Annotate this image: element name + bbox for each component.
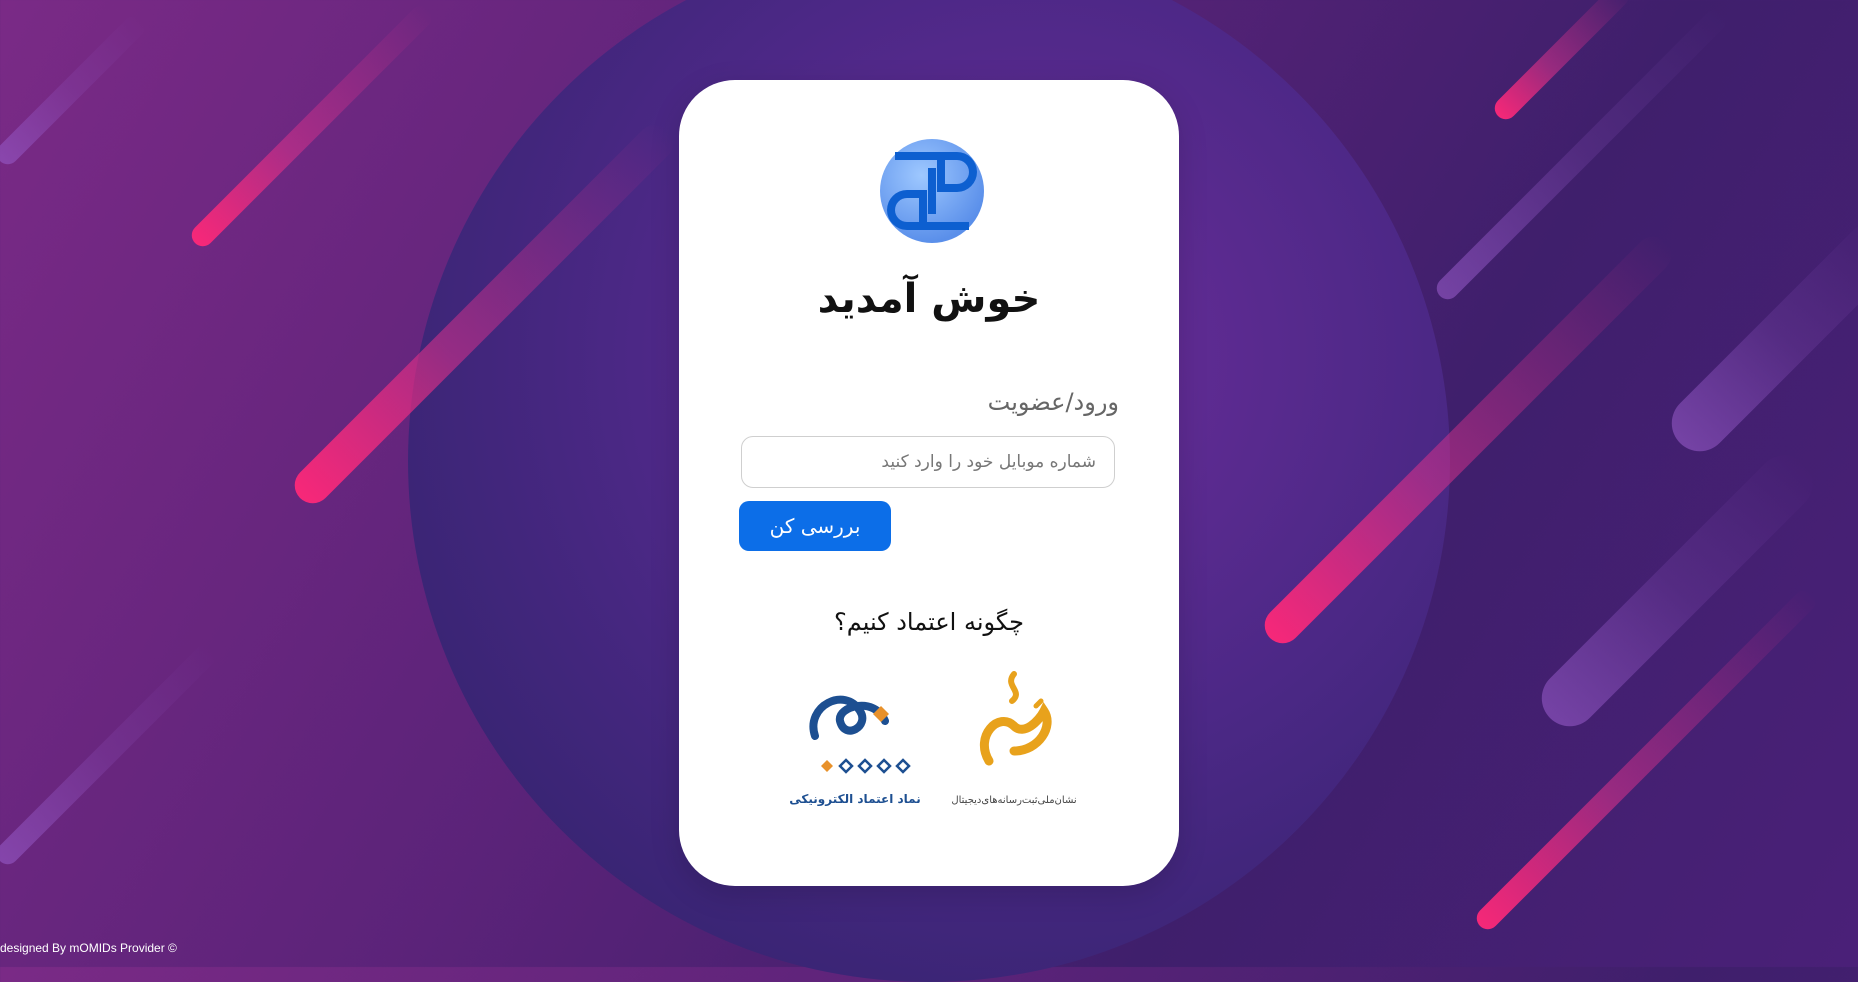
footer-credit: designed By mOMIDs Provider © [0,941,177,955]
page-title: خوش آمدید [817,276,1041,322]
check-button[interactable]: بررسی کن [739,501,891,551]
background-streak [1490,0,1634,124]
background-streak [0,641,220,869]
samandehi-caption: نشان‌ملی‌ثبت‌رسانه‌های‌دیجیتال [951,795,1077,806]
background-streak [1530,443,1825,738]
samandehi-icon [979,671,1052,766]
background-streak [0,11,150,169]
trust-heading: چگونه اعتماد کنیم؟ [833,608,1025,636]
brand-logo-icon [880,139,984,243]
background-streak [1660,211,1858,463]
enamad-badge[interactable]: نماد اعتماد الکترونیکی [785,666,925,806]
background-streak [1432,5,1731,304]
enamad-icon [809,695,911,774]
enamad-caption: نماد اعتماد الکترونیکی [789,792,921,806]
login-card: خوش آمدید ورود/عضویت بررسی کن چگونه اعتم… [679,80,1179,886]
samandehi-badge[interactable]: نشان‌ملی‌ثبت‌رسانه‌های‌دیجیتال [944,666,1084,806]
phone-number-input[interactable] [741,436,1115,488]
login-field-label: ورود/عضویت [987,388,1119,416]
background-streak [187,1,437,251]
